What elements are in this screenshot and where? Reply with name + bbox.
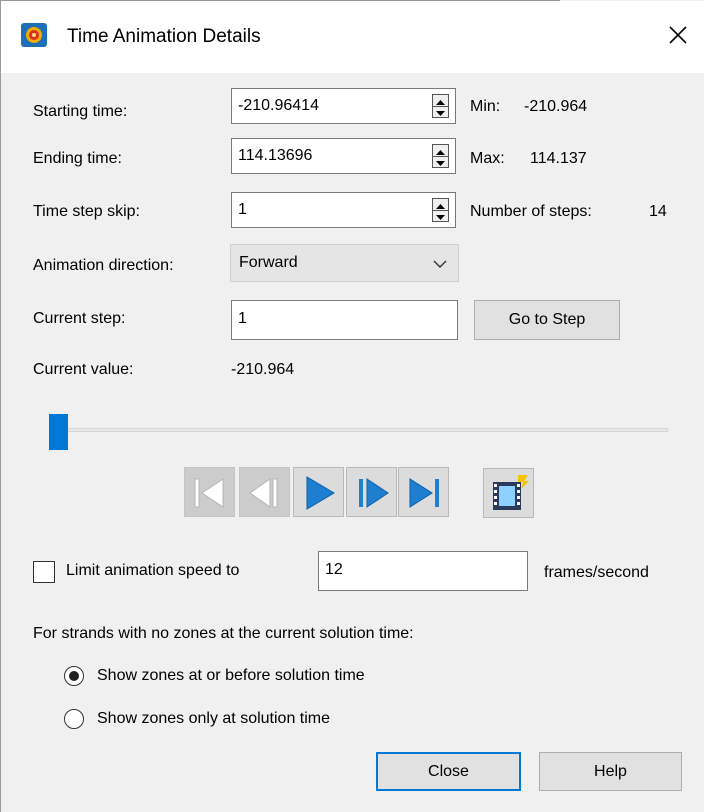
current-step-label: Current step: (33, 310, 126, 327)
help-button[interactable]: Help (539, 752, 682, 791)
max-value: 114.137 (530, 150, 587, 167)
ending-time-label: Ending time: (33, 150, 122, 167)
time-step-skip-spinner[interactable]: 1 (231, 192, 456, 228)
min-value: -210.964 (524, 98, 588, 115)
starting-time-spin-buttons[interactable] (432, 94, 449, 118)
animation-direction-select[interactable]: Forward (230, 244, 459, 282)
chevron-down-icon (432, 256, 448, 272)
frames-per-second-unit: frames/second (544, 564, 649, 581)
number-of-steps-value: 14 (649, 203, 667, 220)
step-forward-button[interactable] (346, 467, 397, 517)
close-icon[interactable] (661, 18, 695, 52)
radio-at-or-before-label: Show zones at or before solution time (97, 667, 365, 684)
window-edge-left (0, 0, 1, 812)
starting-time-spinner[interactable]: -210.96414 (231, 88, 456, 124)
animation-direction-selected: Forward (239, 254, 298, 271)
current-value: -210.964 (231, 361, 295, 378)
radio-only-at-label: Show zones only at solution time (97, 710, 331, 727)
play-button[interactable] (293, 467, 344, 517)
play-icon (306, 476, 335, 510)
record-movie-button[interactable] (483, 468, 534, 518)
step-forward-icon (359, 478, 389, 508)
current-step-value: 1 (238, 310, 247, 327)
time-slider-thumb[interactable] (49, 414, 68, 450)
ending-time-spin-buttons[interactable] (432, 144, 449, 168)
strands-heading: For strands with no zones at the current… (33, 625, 414, 642)
ending-time-value: 114.13696 (238, 147, 313, 164)
close-button[interactable]: Close (376, 752, 521, 791)
limit-speed-checkbox[interactable] (33, 561, 55, 583)
skip-to-end-icon (409, 478, 439, 508)
min-label: Min: (470, 98, 501, 115)
first-frame-button[interactable] (184, 467, 235, 517)
frames-per-second-value: 12 (325, 561, 343, 578)
ending-time-spinner[interactable]: 114.13696 (231, 138, 456, 174)
go-to-step-button[interactable]: Go to Step (474, 300, 620, 340)
time-step-skip-value: 1 (238, 201, 247, 218)
current-step-input[interactable]: 1 (231, 300, 458, 340)
limit-speed-label: Limit animation speed to (66, 562, 240, 579)
movie-film-icon (493, 475, 529, 510)
time-step-skip-spin-buttons[interactable] (432, 198, 449, 222)
step-back-icon (249, 478, 278, 508)
radio-selected-dot (69, 671, 79, 681)
number-of-steps-label: Number of steps: (470, 203, 592, 220)
starting-time-value: -210.96414 (238, 97, 319, 114)
app-logo-icon (21, 23, 47, 47)
spin-down-icon[interactable] (433, 106, 448, 117)
spin-down-icon[interactable] (433, 210, 448, 221)
skip-to-start-icon (194, 478, 224, 508)
time-slider-track[interactable] (52, 428, 668, 432)
current-value-label: Current value: (33, 361, 134, 378)
last-frame-button[interactable] (398, 467, 449, 517)
spin-down-icon[interactable] (433, 156, 448, 167)
radio-only-at[interactable] (64, 709, 84, 729)
radio-at-or-before[interactable] (64, 666, 84, 686)
window-title: Time Animation Details (67, 26, 261, 47)
title-bar[interactable]: Time Animation Details (1, 1, 704, 73)
step-back-button[interactable] (239, 467, 290, 517)
time-step-skip-label: Time step skip: (33, 203, 140, 220)
animation-direction-label: Animation direction: (33, 257, 174, 274)
frames-per-second-input[interactable]: 12 (318, 551, 528, 591)
max-label: Max: (470, 150, 505, 167)
starting-time-label: Starting time: (33, 103, 128, 120)
